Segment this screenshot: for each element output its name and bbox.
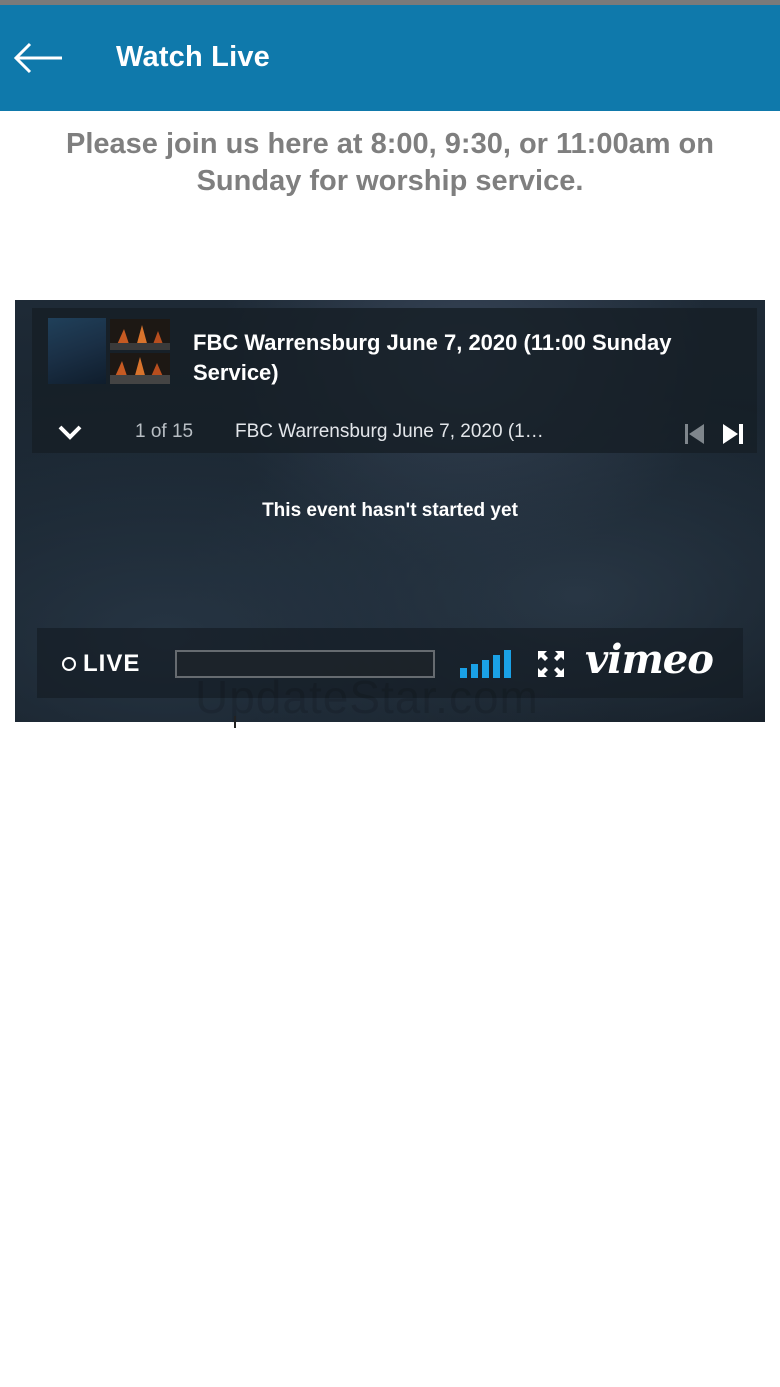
- event-status-message: This event hasn't started yet: [262, 500, 518, 521]
- skip-next-icon: [723, 424, 743, 444]
- vimeo-logo[interactable]: vimeo: [585, 636, 714, 683]
- page-title: Watch Live: [116, 41, 271, 73]
- expand-playlist-button[interactable]: [54, 420, 86, 444]
- fullscreen-icon: [538, 651, 564, 677]
- vimeo-player[interactable]: FBC Warrensburg June 7, 2020 (11:00 Sund…: [15, 300, 765, 722]
- playlist-counter: 1 of 15: [135, 421, 194, 442]
- text-cursor: [234, 716, 236, 728]
- playlist-header: FBC Warrensburg June 7, 2020 (11:00 Sund…: [32, 308, 757, 453]
- fullscreen-button[interactable]: [537, 650, 565, 678]
- video-title: FBC Warrensburg June 7, 2020 (11:00 Sund…: [193, 330, 672, 385]
- skip-previous-icon: [685, 424, 704, 444]
- live-indicator-icon: [62, 657, 76, 671]
- thumbnail-main: [48, 318, 106, 384]
- back-button[interactable]: [10, 33, 66, 83]
- chevron-down-icon: [58, 425, 82, 440]
- playlist-item-title[interactable]: FBC Warrensburg June 7, 2020 (1…: [235, 421, 544, 443]
- video-thumbnails: [48, 318, 172, 384]
- live-label: LIVE: [83, 650, 141, 677]
- thumbnail-small-2: [110, 353, 170, 384]
- arrow-left-icon: [13, 42, 62, 74]
- app-bar: Watch Live: [0, 5, 780, 111]
- watermark: UpdateStar.com: [195, 671, 539, 723]
- previous-video-button[interactable]: [684, 423, 706, 445]
- intro-text: Please join us here at 8:00, 9:30, or 11…: [66, 128, 714, 197]
- thumbnail-small-1: [110, 319, 170, 350]
- next-video-button[interactable]: [722, 423, 744, 445]
